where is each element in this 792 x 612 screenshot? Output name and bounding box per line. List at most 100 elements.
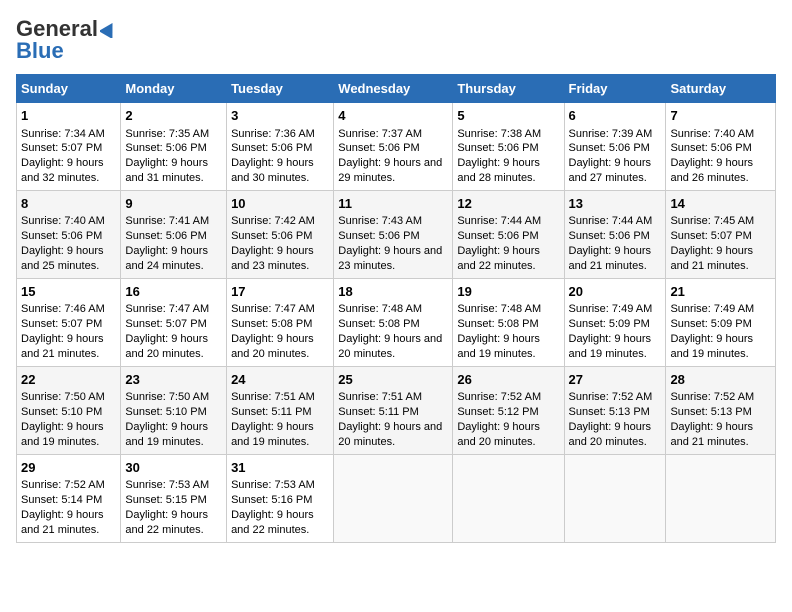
daylight: Daylight: 9 hours and 19 minutes.	[457, 333, 540, 360]
calendar-cell: 31Sunrise: 7:53 AMSunset: 5:16 PMDayligh…	[227, 454, 334, 542]
day-number: 15	[21, 283, 116, 301]
calendar-cell: 6Sunrise: 7:39 AMSunset: 5:06 PMDaylight…	[564, 103, 666, 191]
daylight: Daylight: 9 hours and 22 minutes.	[125, 509, 208, 536]
sunrise: Sunrise: 7:42 AM	[231, 215, 315, 227]
sunrise: Sunrise: 7:53 AM	[125, 479, 209, 491]
day-number: 11	[338, 195, 448, 213]
sunrise: Sunrise: 7:52 AM	[670, 391, 754, 403]
daylight: Daylight: 9 hours and 22 minutes.	[457, 245, 540, 272]
calendar-cell: 17 Sunrise: 7:47 AM Sunset: 5:08 PM Dayligh…	[227, 278, 334, 366]
daylight: Daylight: 9 hours and 20 minutes.	[125, 333, 208, 360]
sunset: Sunset: 5:12 PM	[457, 406, 538, 418]
sunset: Sunset: 5:11 PM	[231, 406, 312, 418]
day-number: 28	[670, 371, 771, 389]
calendar-cell: 4Sunrise: 7:37 AMSunset: 5:06 PMDaylight…	[334, 103, 453, 191]
sunset: Sunset: 5:10 PM	[21, 406, 102, 418]
sunset: Sunset: 5:06 PM	[231, 230, 312, 242]
daylight: Daylight: 9 hours and 21 minutes.	[21, 333, 104, 360]
calendar-cell: 2Sunrise: 7:35 AMSunset: 5:06 PMDaylight…	[121, 103, 227, 191]
sunrise: Sunrise: 7:49 AM	[670, 303, 754, 315]
sunrise: Sunrise: 7:51 AM	[338, 391, 422, 403]
daylight: Daylight: 9 hours and 24 minutes.	[125, 245, 208, 272]
calendar-cell: 18Sunrise: 7:48 AMSunset: 5:08 PMDayligh…	[334, 278, 453, 366]
calendar-cell: 8Sunrise: 7:40 AMSunset: 5:06 PMDaylight…	[17, 190, 121, 278]
calendar-cell: 13Sunrise: 7:44 AMSunset: 5:06 PMDayligh…	[564, 190, 666, 278]
calendar-table: SundayMondayTuesdayWednesdayThursdayFrid…	[16, 74, 776, 543]
day-number: 16	[125, 283, 222, 301]
sunset: Sunset: 5:07 PM	[21, 142, 102, 154]
day-number: 13	[569, 195, 662, 213]
sunset: Sunset: 5:06 PM	[21, 230, 102, 242]
day-of-week-header: Saturday	[666, 75, 776, 103]
sunrise: Sunrise: 7:47 AM	[231, 303, 315, 315]
day-of-week-header: Tuesday	[227, 75, 334, 103]
daylight: Daylight: 9 hours and 20 minutes.	[231, 333, 314, 360]
calendar-cell: 3Sunrise: 7:36 AMSunset: 5:06 PMDaylight…	[227, 103, 334, 191]
calendar-cell: 15Sunrise: 7:46 AMSunset: 5:07 PMDayligh…	[17, 278, 121, 366]
calendar-header-row: SundayMondayTuesdayWednesdayThursdayFrid…	[17, 75, 776, 103]
calendar-cell: 19Sunrise: 7:48 AMSunset: 5:08 PMDayligh…	[453, 278, 564, 366]
daylight: Daylight: 9 hours and 22 minutes.	[231, 509, 314, 536]
calendar-cell: 22Sunrise: 7:50 AMSunset: 5:10 PMDayligh…	[17, 366, 121, 454]
daylight: Daylight: 9 hours and 19 minutes.	[569, 333, 652, 360]
calendar-body: 1Sunrise: 7:34 AMSunset: 5:07 PMDaylight…	[17, 103, 776, 543]
day-number: 10	[231, 195, 329, 213]
daylight: Daylight: 9 hours and 20 minutes.	[338, 421, 442, 448]
calendar-cell: 27Sunrise: 7:52 AMSunset: 5:13 PMDayligh…	[564, 366, 666, 454]
logo: General Blue	[16, 16, 118, 64]
calendar-cell: 10Sunrise: 7:42 AMSunset: 5:06 PMDayligh…	[227, 190, 334, 278]
calendar-cell: 24Sunrise: 7:51 AMSunset: 5:11 PMDayligh…	[227, 366, 334, 454]
day-number: 21	[670, 283, 771, 301]
calendar-cell: 30Sunrise: 7:53 AMSunset: 5:15 PMDayligh…	[121, 454, 227, 542]
sunset: Sunset: 5:06 PM	[670, 142, 751, 154]
daylight: Daylight: 9 hours and 26 minutes.	[670, 157, 753, 184]
day-number: 30	[125, 459, 222, 477]
daylight: Daylight: 9 hours and 25 minutes.	[21, 245, 104, 272]
sunrise: Sunrise: 7:34 AM	[21, 128, 105, 140]
day-number: 2	[125, 107, 222, 125]
calendar-week-row: 22Sunrise: 7:50 AMSunset: 5:10 PMDayligh…	[17, 366, 776, 454]
daylight: Daylight: 9 hours and 21 minutes.	[21, 509, 104, 536]
sunset: Sunset: 5:06 PM	[125, 142, 206, 154]
day-of-week-header: Wednesday	[334, 75, 453, 103]
sunrise: Sunrise: 7:52 AM	[569, 391, 653, 403]
sunset: Sunset: 5:09 PM	[670, 318, 751, 330]
day-number: 5	[457, 107, 559, 125]
day-of-week-header: Sunday	[17, 75, 121, 103]
sunset: Sunset: 5:14 PM	[21, 494, 102, 506]
daylight: Daylight: 9 hours and 20 minutes.	[338, 333, 442, 360]
logo-arrow-icon	[100, 20, 118, 38]
sunrise: Sunrise: 7:53 AM	[231, 479, 315, 491]
sunset: Sunset: 5:06 PM	[125, 230, 206, 242]
day-number: 17	[231, 283, 329, 301]
day-number: 4	[338, 107, 448, 125]
day-number: 12	[457, 195, 559, 213]
sunset: Sunset: 5:06 PM	[569, 230, 650, 242]
daylight: Daylight: 9 hours and 28 minutes.	[457, 157, 540, 184]
sunset: Sunset: 5:07 PM	[125, 318, 206, 330]
sunrise: Sunrise: 7:47 AM	[125, 303, 209, 315]
sunset: Sunset: 5:08 PM	[231, 318, 312, 330]
daylight: Daylight: 9 hours and 23 minutes.	[338, 245, 442, 272]
sunset: Sunset: 5:06 PM	[338, 230, 419, 242]
calendar-cell: 25Sunrise: 7:51 AMSunset: 5:11 PMDayligh…	[334, 366, 453, 454]
calendar-cell: 14Sunrise: 7:45 AMSunset: 5:07 PMDayligh…	[666, 190, 776, 278]
sunset: Sunset: 5:16 PM	[231, 494, 312, 506]
daylight: Daylight: 9 hours and 19 minutes.	[125, 421, 208, 448]
sunrise: Sunrise: 7:44 AM	[457, 215, 541, 227]
sunrise: Sunrise: 7:35 AM	[125, 128, 209, 140]
calendar-cell: 29Sunrise: 7:52 AMSunset: 5:14 PMDayligh…	[17, 454, 121, 542]
sunrise: Sunrise: 7:49 AM	[569, 303, 653, 315]
sunset: Sunset: 5:13 PM	[569, 406, 650, 418]
calendar-cell: 26Sunrise: 7:52 AMSunset: 5:12 PMDayligh…	[453, 366, 564, 454]
sunrise: Sunrise: 7:37 AM	[338, 128, 422, 140]
sunset: Sunset: 5:06 PM	[569, 142, 650, 154]
calendar-cell: 11Sunrise: 7:43 AMSunset: 5:06 PMDayligh…	[334, 190, 453, 278]
calendar-cell: 20Sunrise: 7:49 AMSunset: 5:09 PMDayligh…	[564, 278, 666, 366]
sunrise: Sunrise: 7:40 AM	[21, 215, 105, 227]
calendar-cell	[666, 454, 776, 542]
calendar-cell	[564, 454, 666, 542]
day-number: 14	[670, 195, 771, 213]
daylight: Daylight: 9 hours and 19 minutes.	[21, 421, 104, 448]
day-number: 19	[457, 283, 559, 301]
